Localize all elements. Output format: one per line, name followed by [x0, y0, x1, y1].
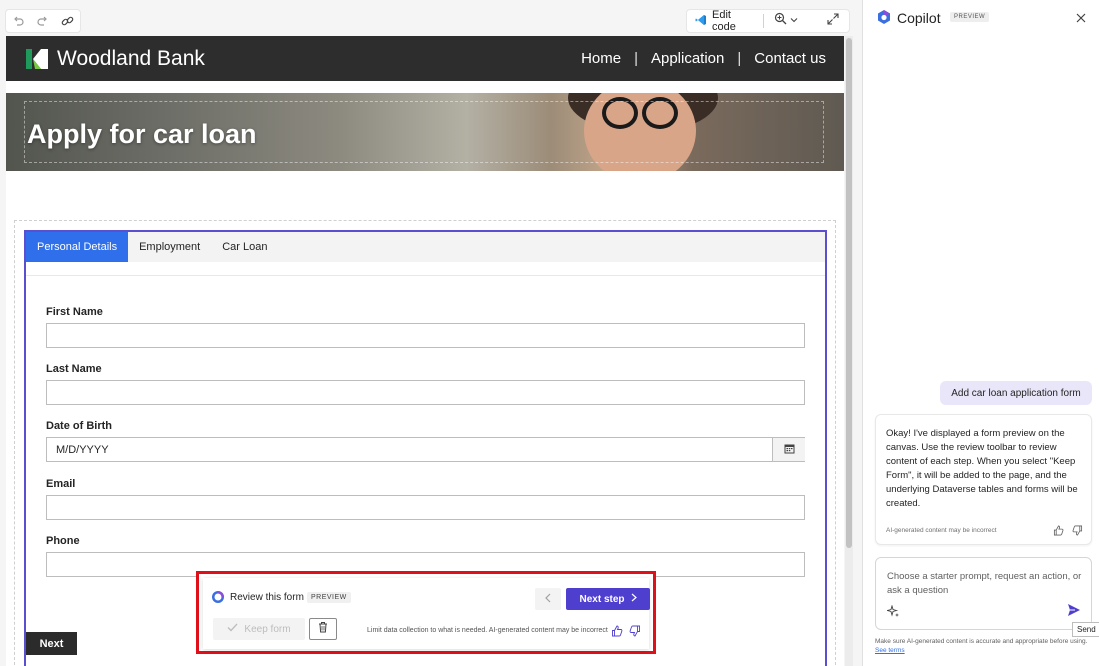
ai-disclaimer: AI-generated content may be incorrect [886, 527, 997, 534]
first-name-input[interactable] [46, 323, 805, 348]
thumbs-down-icon[interactable] [629, 624, 641, 637]
preview-badge: PREVIEW [307, 592, 351, 603]
woodland-logo-icon [25, 47, 49, 71]
tab-employment[interactable]: Employment [128, 232, 211, 262]
hero-banner: Apply for car loan [6, 93, 844, 171]
first-name-label: First Name [46, 306, 103, 318]
review-title: Review this form [230, 592, 304, 603]
vscode-icon [695, 14, 707, 29]
calendar-icon [784, 443, 795, 457]
sparkle-prompts-icon[interactable] [885, 604, 900, 618]
copilot-logo-icon [876, 9, 892, 25]
zoom-dropdown[interactable] [764, 10, 809, 32]
user-message-bubble: Add car loan application form [940, 381, 1092, 405]
site-navigation: Home | Application | Contact us [581, 36, 826, 81]
design-canvas: Edit code Woodland Bank Home | Applicati… [0, 0, 862, 666]
send-icon[interactable] [1066, 602, 1084, 620]
canvas-toolbar: Edit code [0, 0, 862, 36]
tab-divider [26, 262, 825, 276]
footer-text: Make sure AI-generated content is accura… [875, 638, 1088, 645]
form-tabs: Personal Details Employment Car Loan [26, 232, 825, 262]
thumbs-down-icon[interactable] [1072, 523, 1083, 536]
copilot-title: Copilot [897, 10, 941, 26]
preview-badge: PREVIEW [950, 12, 990, 22]
tab-personal-details[interactable]: Personal Details [26, 232, 129, 262]
nav-contact-link[interactable]: Contact us [754, 50, 826, 67]
email-label: Email [46, 478, 76, 490]
form-next-button[interactable]: Next [26, 632, 77, 655]
expand-icon [827, 12, 839, 30]
nav-separator: | [634, 50, 638, 67]
chevron-down-icon [789, 12, 799, 30]
undo-icon[interactable] [9, 12, 27, 30]
checkmark-icon [227, 623, 238, 635]
previous-step-button[interactable] [535, 588, 561, 610]
chevron-left-icon [544, 590, 552, 608]
email-input[interactable] [46, 495, 805, 520]
review-toolbar-highlight: Review this form PREVIEW Next step Keep … [196, 571, 656, 654]
redo-icon[interactable] [34, 12, 52, 30]
nav-application-link[interactable]: Application [651, 50, 724, 67]
hero-title: Apply for car loan [27, 119, 257, 149]
date-placeholder: M/D/YYYY [56, 443, 109, 456]
history-toolbar-group [5, 9, 81, 33]
assistant-message-card: Okay! I've displayed a form preview on t… [875, 414, 1092, 545]
review-toolbar: Review this form PREVIEW Next step Keep … [203, 578, 650, 649]
nav-home-link[interactable]: Home [581, 50, 621, 67]
copilot-logo-icon [211, 590, 225, 604]
canvas-scrollbar[interactable] [845, 36, 853, 666]
last-name-label: Last Name [46, 363, 102, 375]
review-disclaimer: Limit data collection to what is needed.… [367, 627, 608, 634]
edit-code-button[interactable]: Edit code [687, 9, 763, 33]
zoom-icon [774, 12, 787, 30]
phone-label: Phone [46, 535, 80, 547]
calendar-button[interactable] [772, 438, 805, 461]
chat-input-placeholder: Choose a starter prompt, request an acti… [887, 571, 1082, 596]
tab-car-loan[interactable]: Car Loan [211, 232, 278, 262]
panel-footer: Make sure AI-generated content is accura… [875, 637, 1097, 655]
nav-separator: | [737, 50, 742, 67]
date-of-birth-input[interactable]: M/D/YYYY [46, 437, 805, 462]
edit-code-label: Edit code [712, 9, 736, 33]
scrollbar-thumb[interactable] [846, 38, 852, 548]
next-step-button[interactable]: Next step [566, 588, 650, 610]
keep-form-label: Keep form [244, 623, 291, 635]
chat-input-box[interactable]: Choose a starter prompt, request an acti… [875, 557, 1092, 630]
last-name-input[interactable] [46, 380, 805, 405]
see-terms-link[interactable]: See terms [875, 647, 905, 654]
brand-name: Woodland Bank [57, 46, 205, 70]
link-icon[interactable] [59, 12, 77, 30]
discard-form-button[interactable] [309, 618, 337, 640]
close-icon[interactable] [1074, 11, 1088, 25]
send-tooltip: Send [1072, 622, 1099, 637]
thumbs-up-icon[interactable] [611, 624, 623, 637]
next-step-label: Next step [579, 593, 625, 605]
date-of-birth-label: Date of Birth [46, 420, 112, 432]
thumbs-up-icon[interactable] [1053, 523, 1064, 536]
canvas-actions-group: Edit code [686, 9, 850, 33]
assistant-message-text: Okay! I've displayed a form preview on t… [886, 428, 1078, 509]
site-header: Woodland Bank Home | Application | Conta… [6, 36, 844, 81]
keep-form-button[interactable]: Keep form [213, 618, 305, 640]
chevron-right-icon [631, 593, 637, 605]
expand-button[interactable] [809, 10, 849, 32]
trash-icon [318, 620, 328, 638]
copilot-panel: Copilot PREVIEW Add car loan application… [863, 0, 1099, 666]
